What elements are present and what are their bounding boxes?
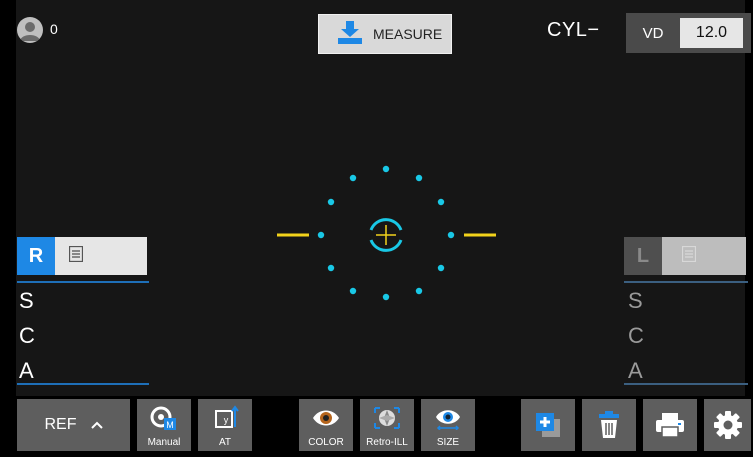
left-sphere-label: S bbox=[628, 288, 643, 313]
cyl-sign-toggle[interactable]: CYL− bbox=[547, 19, 600, 42]
user-count: 0 bbox=[50, 21, 58, 37]
user-avatar-icon[interactable] bbox=[17, 17, 43, 43]
size-button[interactable]: SIZE bbox=[421, 399, 475, 451]
svg-text:M: M bbox=[166, 420, 174, 430]
retro-ill-label: Retro-ILL bbox=[366, 437, 408, 448]
trash-icon bbox=[596, 399, 622, 451]
settings-button[interactable] bbox=[704, 399, 751, 451]
chevron-up-icon bbox=[90, 416, 103, 434]
manual-label: Manual bbox=[147, 437, 181, 448]
vd-value: 12.0 bbox=[680, 18, 743, 48]
left-axis-label: A bbox=[628, 358, 643, 383]
print-button[interactable] bbox=[643, 399, 697, 451]
target-dot bbox=[349, 174, 357, 182]
pupil-size-icon bbox=[432, 399, 464, 437]
list-icon bbox=[681, 245, 697, 267]
delete-button[interactable] bbox=[582, 399, 636, 451]
target-dot bbox=[382, 293, 390, 301]
measure-label: MEASURE bbox=[373, 26, 443, 42]
target-dot bbox=[327, 264, 335, 272]
target-dot bbox=[327, 198, 335, 206]
alignment-target bbox=[277, 165, 496, 301]
target-dot bbox=[437, 198, 445, 206]
target-dot bbox=[349, 287, 357, 295]
size-label: SIZE bbox=[436, 437, 460, 448]
target-dot bbox=[447, 231, 455, 239]
right-sphere-label: S bbox=[19, 288, 34, 313]
left-eye-tab-group: L bbox=[624, 237, 746, 275]
target-dot bbox=[415, 287, 423, 295]
target-dot bbox=[382, 165, 390, 173]
at-button[interactable]: y AT bbox=[198, 399, 252, 451]
add-record-button[interactable] bbox=[521, 399, 575, 451]
viewport-right-edge bbox=[745, 0, 753, 396]
ref-mode-button[interactable]: REF bbox=[17, 399, 130, 451]
target-dot bbox=[317, 231, 325, 239]
download-icon bbox=[337, 20, 363, 48]
vd-selector[interactable]: VD 12.0 bbox=[626, 13, 751, 53]
left-eye-top-divider bbox=[624, 281, 748, 283]
right-eye-list-button[interactable] bbox=[55, 237, 147, 275]
viewport-left-edge bbox=[0, 0, 16, 396]
right-axis-label: A bbox=[19, 358, 34, 383]
vd-label: VD bbox=[642, 24, 664, 42]
eye-icon bbox=[311, 399, 341, 437]
printer-icon bbox=[654, 399, 686, 451]
gear-icon bbox=[713, 399, 743, 451]
right-eye-tab-group: R bbox=[17, 237, 147, 275]
list-icon bbox=[68, 245, 84, 267]
target-dot bbox=[437, 264, 445, 272]
right-cylinder-label: C bbox=[19, 323, 35, 348]
svg-text:y: y bbox=[224, 415, 229, 425]
target-dot bbox=[415, 174, 423, 182]
left-cylinder-label: C bbox=[628, 323, 644, 348]
left-eye-bottom-divider bbox=[624, 383, 748, 385]
retro-illumination-icon bbox=[372, 399, 402, 437]
at-label: AT bbox=[218, 437, 232, 448]
color-button[interactable]: COLOR bbox=[299, 399, 353, 451]
right-eye-tab[interactable]: R bbox=[17, 237, 55, 275]
auto-tracking-icon: y bbox=[211, 399, 239, 437]
retro-ill-button[interactable]: Retro-ILL bbox=[360, 399, 414, 451]
ref-label: REF bbox=[44, 416, 77, 433]
manual-target-icon: M bbox=[149, 399, 179, 437]
measure-button[interactable]: MEASURE bbox=[318, 14, 452, 54]
color-label: COLOR bbox=[308, 437, 344, 448]
right-eye-top-divider bbox=[17, 281, 149, 283]
left-eye-tab[interactable]: L bbox=[624, 237, 662, 275]
left-eye-list-button[interactable] bbox=[662, 237, 746, 275]
add-icon bbox=[533, 399, 563, 451]
manual-button[interactable]: M Manual bbox=[137, 399, 191, 451]
right-eye-bottom-divider bbox=[17, 383, 149, 385]
